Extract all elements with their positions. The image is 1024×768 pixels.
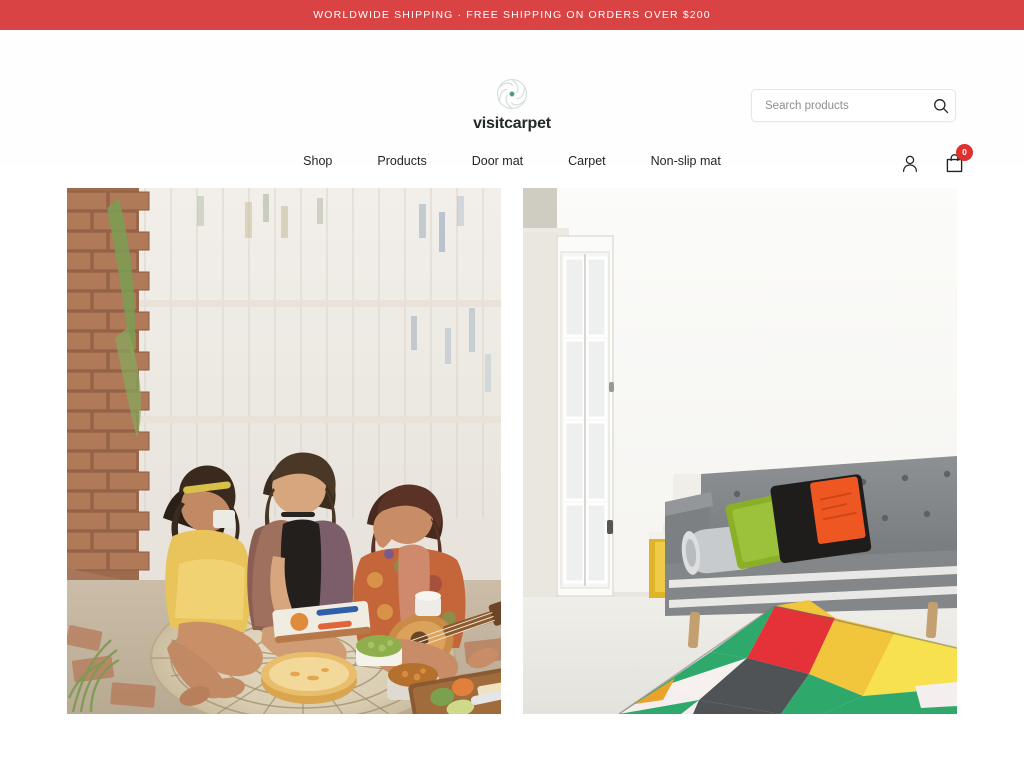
hero-tile-living-room[interactable] — [523, 188, 957, 714]
living-room-geometric-rug-banner — [523, 188, 957, 714]
account-button[interactable] — [900, 152, 920, 174]
announcement-text: WORLDWIDE SHIPPING · FREE SHIPPING ON OR… — [313, 9, 711, 21]
search-icon — [933, 98, 949, 114]
brand-name: visitcarpet — [473, 115, 551, 132]
announcement-bar: WORLDWIDE SHIPPING · FREE SHIPPING ON OR… — [0, 0, 1024, 30]
hero-tile-outdoor-picnic[interactable] — [67, 188, 501, 714]
search-box[interactable] — [751, 89, 956, 122]
cart-button[interactable]: 0 — [944, 144, 973, 174]
user-account-icon — [901, 154, 919, 173]
main-navigation: Shop Products Door mat Carpet Non-slip m… — [0, 154, 1024, 168]
nav-item-carpet[interactable]: Carpet — [568, 154, 606, 168]
outdoor-picnic-rug-banner — [67, 188, 501, 714]
nav-item-non-slip-mat[interactable]: Non-slip mat — [651, 154, 721, 168]
header-utilities: 0 — [900, 144, 973, 174]
nav-item-door-mat[interactable]: Door mat — [472, 154, 523, 168]
hero-banner-grid — [67, 188, 957, 714]
nav-item-shop[interactable]: Shop — [303, 154, 332, 168]
cart-count-badge: 0 — [956, 144, 973, 161]
nav-item-products[interactable]: Products — [377, 154, 426, 168]
search-input[interactable] — [752, 99, 927, 112]
site-header: visitcarpet Shop Products Door mat Carpe… — [0, 30, 1024, 173]
aperture-pinwheel-icon — [492, 76, 532, 112]
search-button[interactable] — [927, 90, 955, 121]
